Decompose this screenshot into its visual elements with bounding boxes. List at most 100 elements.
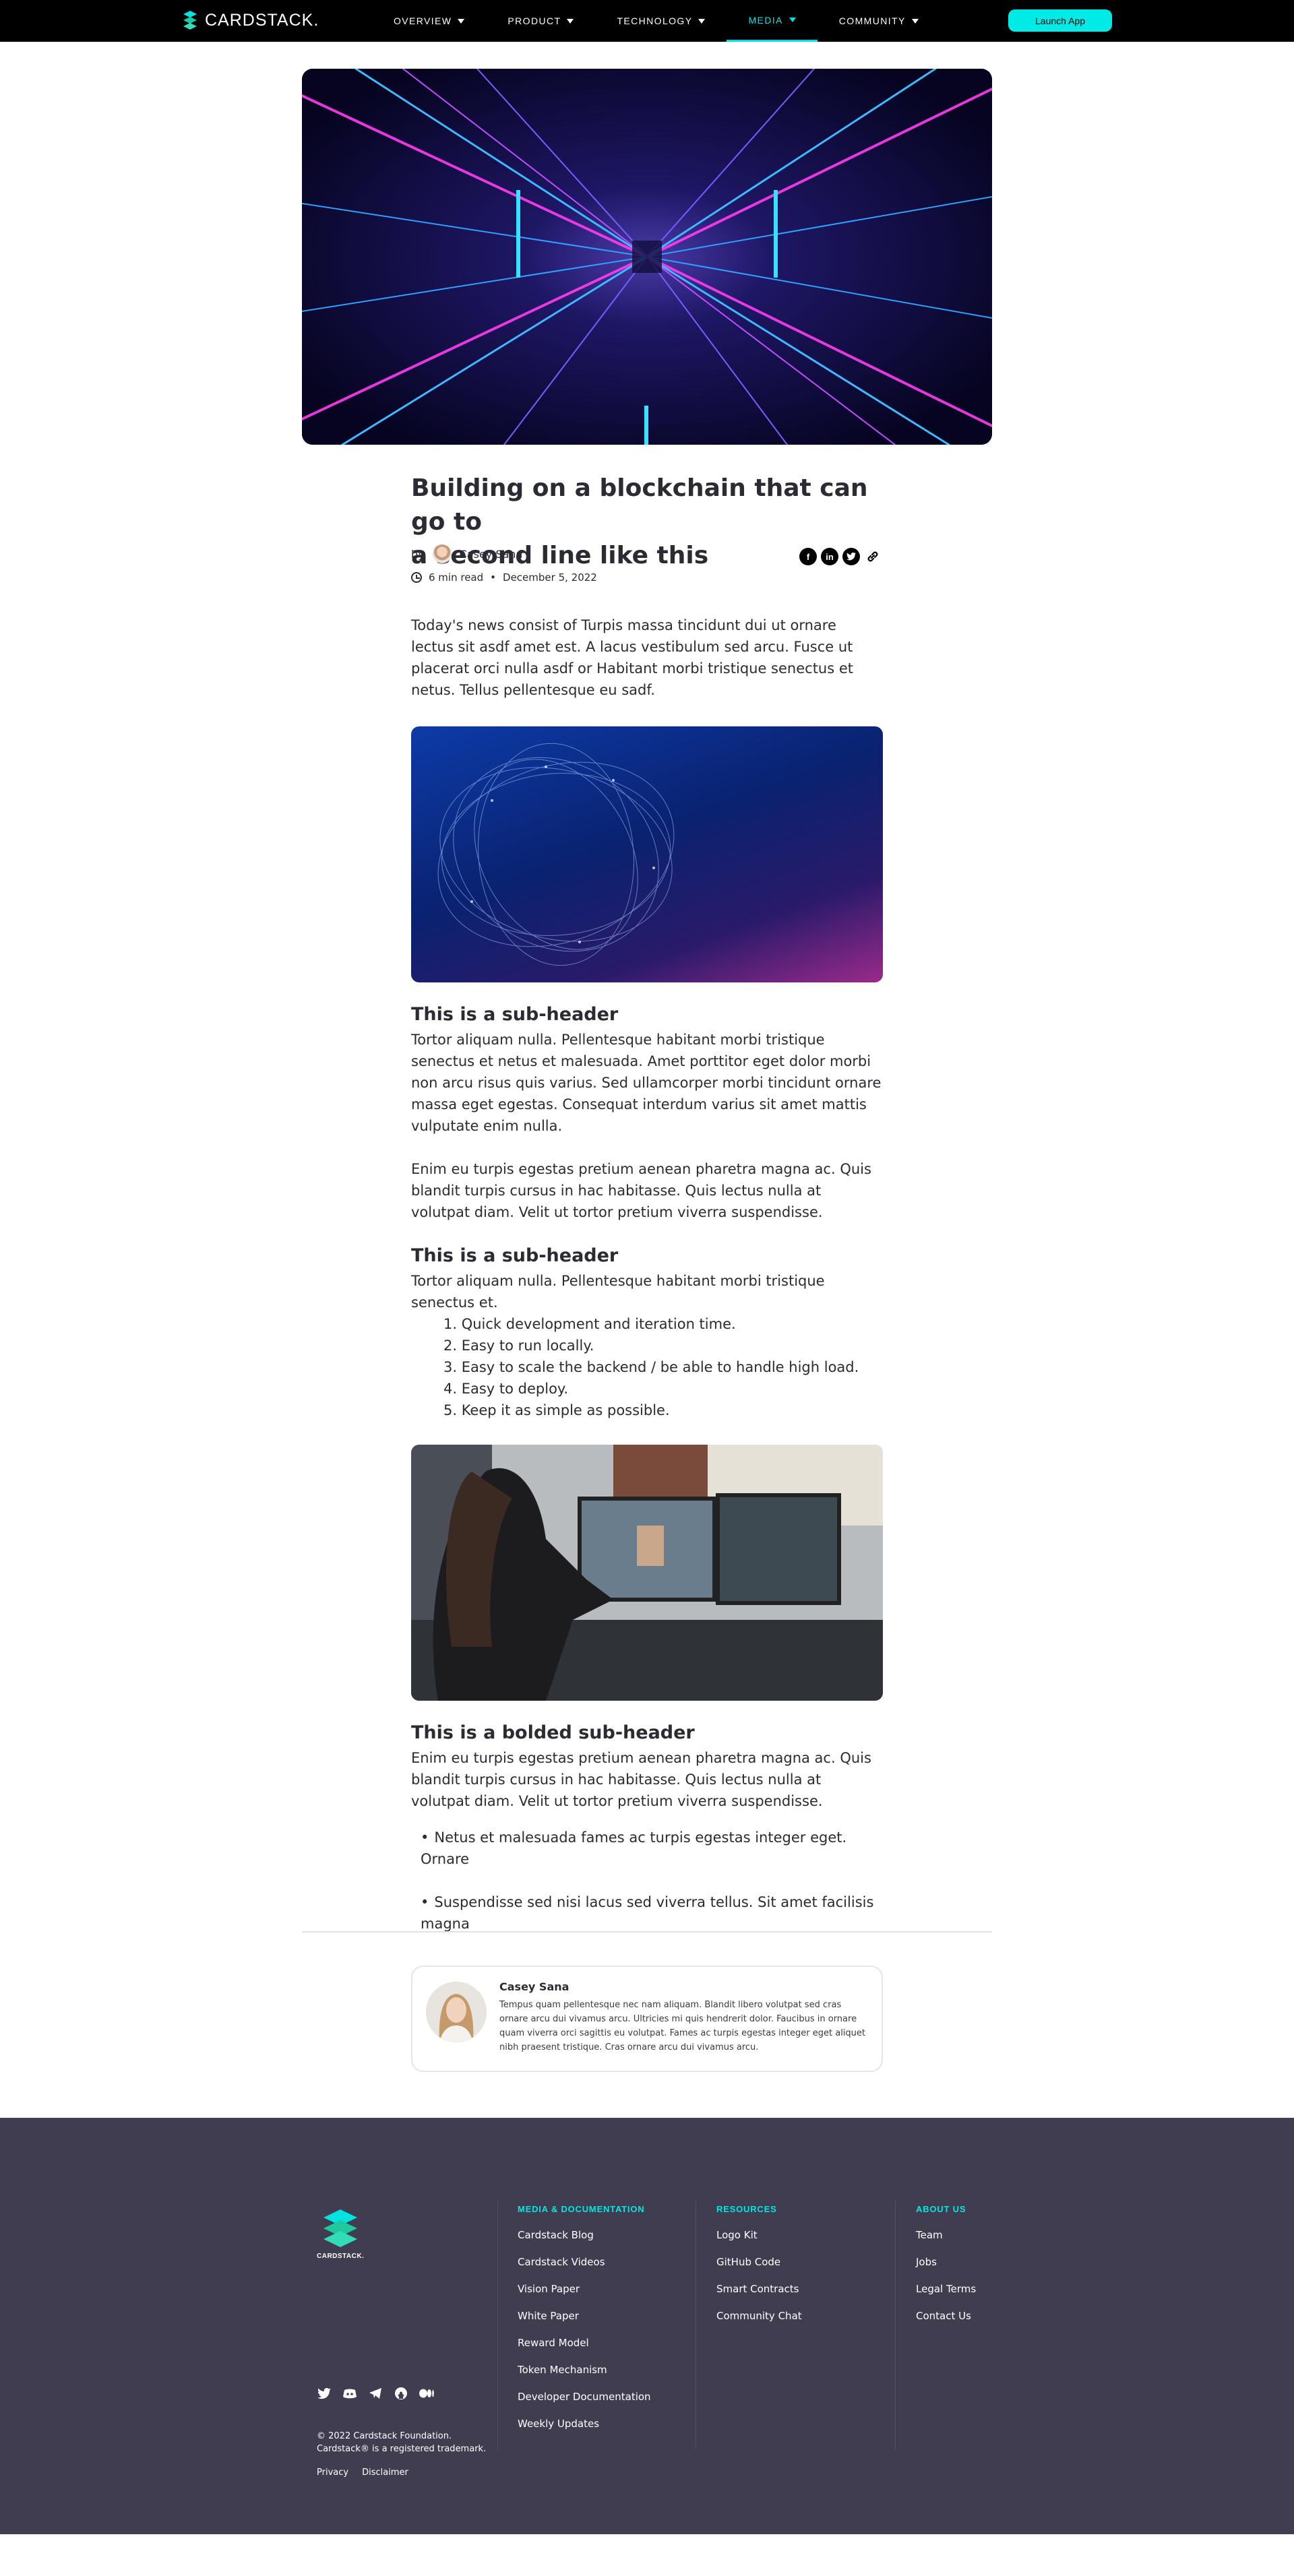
sub-header-1: This is a sub-header <box>411 1004 619 1025</box>
nav-item-media[interactable]: MEDIA <box>727 0 818 42</box>
clock-icon <box>411 572 422 583</box>
author-bio: Tempus quam pellentesque nec nam aliquam… <box>499 2000 866 2052</box>
sub-header-2: This is a sub-header <box>411 1245 619 1266</box>
caret-down-icon <box>458 18 465 24</box>
list-item: 1. Quick development and iteration time. <box>443 1316 736 1332</box>
nav-item-label: TECHNOLOGY <box>617 15 693 26</box>
wave-graphic <box>437 743 675 966</box>
footer-link[interactable]: Weekly Updates <box>518 2418 651 2445</box>
hero-image <box>302 69 992 445</box>
nav-item-label: MEDIA <box>748 14 783 26</box>
caret-down-icon <box>567 18 574 24</box>
read-time: 6 min read <box>429 571 484 584</box>
footer-link[interactable]: Legal Terms <box>916 2283 976 2310</box>
footer-link[interactable]: Smart Contracts <box>716 2283 802 2310</box>
facebook-icon[interactable]: f <box>799 548 817 565</box>
footer-link[interactable]: Contact Us <box>916 2310 976 2337</box>
footer-link[interactable]: GitHub Code <box>716 2256 802 2283</box>
hero-tunnel-graphic <box>302 69 992 445</box>
footer-brand: CARDSTACK. <box>317 2253 365 2260</box>
twitter-icon[interactable] <box>317 2386 332 2401</box>
abstract-wave-image <box>411 726 883 982</box>
cardstack-logo-icon <box>183 11 197 30</box>
bullet-list: Netus et malesuada fames ac turpis egest… <box>411 1827 883 1935</box>
nav-item-community[interactable]: COMMUNITY <box>818 0 940 42</box>
meta-separator: • <box>490 571 497 584</box>
publish-date: December 5, 2022 <box>503 571 597 584</box>
footer-col-heading: ABOUT US <box>916 2204 966 2214</box>
footer-logo[interactable]: CARDSTACK. <box>317 2208 364 2260</box>
caret-down-icon <box>911 18 919 24</box>
disclaimer-link[interactable]: Disclaimer <box>362 2468 408 2478</box>
title-line-1: Building on a blockchain that can go to <box>411 474 868 536</box>
footer-divider <box>895 2201 896 2450</box>
privacy-link[interactable]: Privacy <box>317 2468 348 2478</box>
byline: by Casey Sana <box>411 544 522 563</box>
nav-item-label: COMMUNITY <box>838 15 906 26</box>
share-buttons: f in <box>799 548 882 565</box>
section-1-paragraph-1: Tortor aliquam nulla. Pellentesque habit… <box>411 1032 882 1134</box>
by-label: by <box>411 547 425 561</box>
footer-link[interactable]: Logo Kit <box>716 2229 802 2256</box>
footer-col-about: ABOUT US Team Jobs Legal Terms Contact U… <box>916 2204 976 2337</box>
nav-menu: OVERVIEW PRODUCT TECHNOLOGY MEDIA COMMUN… <box>372 0 940 42</box>
top-nav: CARDSTACK. OVERVIEW PRODUCT TECHNOLOGY M… <box>0 0 1294 42</box>
footer-divider <box>497 2201 498 2450</box>
footer-link[interactable]: Token Mechanism <box>518 2364 651 2391</box>
nav-item-product[interactable]: PRODUCT <box>486 0 595 42</box>
telegram-icon[interactable] <box>368 2386 383 2401</box>
author-card: Casey Sana Tempus quam pellentesque nec … <box>411 1966 883 2072</box>
footer-col-heading: RESOURCES <box>716 2204 777 2214</box>
list-item: Netus et malesuada fames ac turpis egest… <box>411 1827 883 1870</box>
footer-col-resources: RESOURCES Logo Kit GitHub Code Smart Con… <box>716 2204 802 2337</box>
social-links <box>317 2386 434 2401</box>
copyright: © 2022 Cardstack Foundation. Cardstack® … <box>317 2430 486 2455</box>
footer-link[interactable]: Reward Model <box>518 2337 651 2364</box>
link-icon[interactable] <box>864 548 882 565</box>
list-item: 4. Easy to deploy. <box>443 1381 569 1397</box>
author-avatar-small <box>432 544 452 563</box>
author-card-name: Casey Sana <box>499 1980 569 1993</box>
office-photo <box>411 1445 883 1701</box>
office-scene-graphic <box>411 1445 883 1701</box>
github-icon[interactable] <box>394 2386 408 2401</box>
footer-link[interactable]: Vision Paper <box>518 2283 651 2310</box>
list-item: 5. Keep it as simple as possible. <box>443 1402 670 1418</box>
list-item: 3. Easy to scale the backend / be able t… <box>443 1359 859 1375</box>
twitter-icon[interactable] <box>842 548 860 565</box>
legal-links: Privacy Disclaimer <box>317 2468 408 2478</box>
discord-icon[interactable] <box>342 2386 357 2401</box>
nav-item-technology[interactable]: TECHNOLOGY <box>595 0 727 42</box>
linkedin-icon[interactable]: in <box>821 548 838 565</box>
section-3-paragraph: Enim eu turpis egestas pretium aenean ph… <box>411 1750 871 1809</box>
caret-down-icon <box>789 18 796 22</box>
list-item: 2. Easy to run locally. <box>443 1338 594 1354</box>
content-divider <box>302 1931 992 1933</box>
cardstack-logo-icon <box>324 2209 358 2247</box>
nav-item-overview[interactable]: OVERVIEW <box>372 0 486 42</box>
footer-link[interactable]: Team <box>916 2229 976 2256</box>
nav-item-label: OVERVIEW <box>394 15 452 26</box>
section-2-lead: Tortor aliquam nulla. Pellentesque habit… <box>411 1273 825 1311</box>
footer-link[interactable]: Cardstack Videos <box>518 2256 651 2283</box>
medium-icon[interactable] <box>419 2386 434 2401</box>
intro-paragraph: Today's news consist of Turpis massa tin… <box>411 617 854 698</box>
caret-down-icon <box>698 18 706 24</box>
brand-name: CARDSTACK. <box>205 10 319 30</box>
site-footer: CARDSTACK. © 2022 Cardstack Foundation. … <box>0 2118 1294 2534</box>
footer-link[interactable]: Community Chat <box>716 2310 802 2337</box>
author-avatar <box>426 1982 487 2042</box>
footer-col-heading: MEDIA & DOCUMENTATION <box>518 2204 645 2214</box>
footer-link[interactable]: White Paper <box>518 2310 651 2337</box>
nav-item-label: PRODUCT <box>507 15 561 26</box>
footer-link[interactable]: Developer Documentation <box>518 2391 651 2418</box>
brand-logo[interactable]: CARDSTACK. <box>182 9 319 31</box>
footer-col-media: MEDIA & DOCUMENTATION Cardstack Blog Car… <box>518 2204 651 2445</box>
footer-link[interactable]: Jobs <box>916 2256 976 2283</box>
author-name[interactable]: Casey Sana <box>460 548 523 561</box>
launch-app-button[interactable]: Launch App <box>1008 9 1112 32</box>
list-item: Suspendisse sed nisi lacus sed viverra t… <box>411 1891 883 1935</box>
article-meta: 6 min read • December 5, 2022 <box>411 571 597 584</box>
section-1: This is a sub-header Tortor aliquam null… <box>411 1004 883 1223</box>
footer-link[interactable]: Cardstack Blog <box>518 2229 651 2256</box>
